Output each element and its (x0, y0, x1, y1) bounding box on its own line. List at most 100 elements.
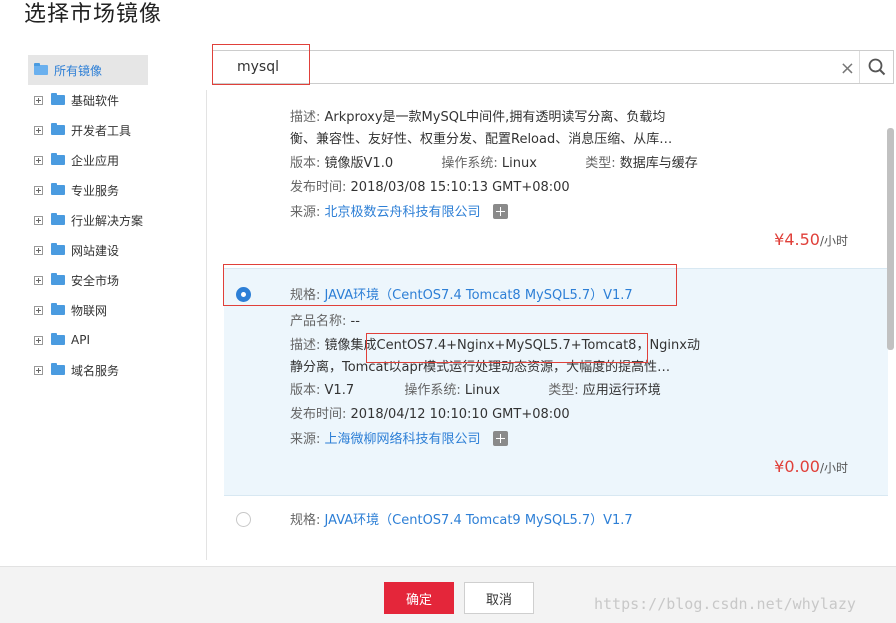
expand-icon[interactable] (34, 275, 43, 285)
expand-icon[interactable] (34, 95, 43, 105)
release-label: 发布时间: (290, 180, 347, 195)
release-label: 发布时间: (290, 407, 347, 422)
expand-icon[interactable] (34, 335, 43, 345)
list-item-selected[interactable]: 规格: JAVA环境（CentOS7.4 Tomcat8 MySQL5.7）V1… (224, 268, 888, 496)
tree-item-label: 行业解决方案 (71, 213, 144, 228)
expand-icon[interactable] (34, 155, 43, 165)
type-value: 数据库与缓存 (619, 156, 698, 171)
desc-text-cont: 静分离，Tomcat以apr模式运行处理动态资源，大幅度的提高性… (290, 360, 671, 375)
os-label: 操作系统: (404, 383, 461, 398)
tree-item-label: 所有镜像 (54, 63, 103, 78)
tree-item-domain-services[interactable]: 域名服务 (28, 355, 208, 385)
tree-item-all-images[interactable]: 所有镜像 (28, 55, 148, 85)
expand-icon[interactable] (34, 215, 43, 225)
folder-icon (51, 303, 65, 315)
desc-label: 描述: (290, 110, 321, 125)
folder-icon (51, 363, 65, 375)
folder-icon (51, 183, 65, 195)
folder-icon (51, 153, 65, 165)
price-value: ¥0.00 (774, 457, 820, 476)
folder-icon (51, 213, 65, 225)
tree-item-api[interactable]: API (28, 325, 208, 355)
release-value: 2018/03/08 15:10:13 GMT+08:00 (350, 180, 570, 195)
tree-item-enterprise-apps[interactable]: 企业应用 (28, 145, 208, 175)
tree-item-label: 基础软件 (71, 93, 120, 108)
expand-icon[interactable] (34, 305, 43, 315)
expand-icon[interactable] (34, 245, 43, 255)
spec-link[interactable]: JAVA环境（CentOS7.4 Tomcat8 MySQL5.7）V1.7 (325, 288, 633, 303)
tree-item-label: 开发者工具 (71, 123, 132, 138)
price-value: ¥4.50 (774, 230, 820, 249)
expand-icon[interactable] (34, 125, 43, 135)
spec-label: 规格: (290, 513, 321, 528)
tree-item-label: 网站建设 (71, 243, 120, 258)
product-value: -- (350, 314, 360, 329)
tree-item-label: 专业服务 (71, 183, 120, 198)
plus-icon[interactable] (492, 204, 508, 219)
dialog-title: 选择市场镜像 (24, 2, 163, 27)
search-bar: × (212, 50, 894, 84)
tree-item-label: 域名服务 (71, 363, 120, 378)
tree-item-security-market[interactable]: 安全市场 (28, 265, 208, 295)
dialog-footer: 确定 取消 https://blog.csdn.net/whylazy (0, 566, 896, 623)
plus-icon[interactable] (492, 431, 508, 446)
confirm-button[interactable]: 确定 (384, 582, 454, 614)
price: ¥4.50/小时 (774, 230, 848, 249)
list-item[interactable]: 描述: Arkproxy是一款MySQL中间件,拥有透明读写分离、负载均 衡、兼… (224, 100, 888, 266)
tree-item-label: 物联网 (71, 303, 108, 318)
desc-label: 描述: (290, 338, 321, 353)
desc-text: Arkproxy是一款MySQL中间件,拥有透明读写分离、负载均 (324, 110, 666, 125)
tree-item-industry-solutions[interactable]: 行业解决方案 (28, 205, 208, 235)
spec-link[interactable]: JAVA环境（CentOS7.4 Tomcat9 MySQL5.7）V1.7 (325, 513, 633, 528)
tree-item-label: 企业应用 (71, 153, 120, 168)
panel-divider (206, 90, 207, 560)
os-value: Linux (501, 156, 537, 171)
os-label: 操作系统: (441, 156, 498, 171)
image-results-list[interactable]: 描述: Arkproxy是一款MySQL中间件,拥有透明读写分离、负载均 衡、兼… (224, 100, 888, 540)
expand-icon[interactable] (34, 185, 43, 195)
folder-icon (51, 333, 65, 345)
folder-icon (51, 123, 65, 135)
folder-icon (51, 243, 65, 255)
watermark: https://blog.csdn.net/whylazy (594, 595, 856, 613)
source-label: 来源: (290, 205, 321, 220)
release-value: 2018/04/12 10:10:10 GMT+08:00 (350, 407, 570, 422)
version-label: 版本: (290, 156, 321, 171)
radio-unselected[interactable] (236, 512, 251, 527)
search-icon (868, 58, 885, 76)
category-tree: 所有镜像 基础软件 开发者工具 企业应用 专业服务 行业解决方案 网站建设 安全… (28, 55, 208, 385)
list-item[interactable]: 规格: JAVA环境（CentOS7.4 Tomcat9 MySQL5.7）V1… (224, 498, 888, 540)
tree-item-developer-tools[interactable]: 开发者工具 (28, 115, 208, 145)
source-link[interactable]: 上海微柳网络科技有限公司 (325, 432, 481, 447)
cancel-button[interactable]: 取消 (464, 582, 534, 614)
type-label: 类型: (585, 156, 616, 171)
version-value: V1.7 (324, 383, 355, 398)
search-input[interactable] (237, 59, 827, 75)
type-label: 类型: (548, 383, 579, 398)
desc-text-cont: 衡、兼容性、友好性、权重分发、配置Reload、消息压缩、从库… (290, 132, 673, 147)
tree-item-label: API (71, 333, 90, 347)
price-unit: /小时 (819, 461, 848, 475)
product-label: 产品名称: (290, 314, 347, 329)
folder-icon (51, 273, 65, 285)
tree-item-iot[interactable]: 物联网 (28, 295, 208, 325)
list-scrollbar[interactable] (887, 128, 894, 350)
price: ¥0.00/小时 (774, 457, 848, 476)
expand-icon[interactable] (34, 365, 43, 375)
source-link[interactable]: 北京极数云舟科技有限公司 (325, 205, 481, 220)
tree-item-professional-services[interactable]: 专业服务 (28, 175, 208, 205)
tree-item-basic-software[interactable]: 基础软件 (28, 85, 208, 115)
version-label: 版本: (290, 383, 321, 398)
os-value: Linux (464, 383, 500, 398)
type-value: 应用运行环境 (582, 383, 661, 398)
source-label: 来源: (290, 432, 321, 447)
search-button[interactable] (859, 51, 893, 83)
clear-icon[interactable]: × (840, 58, 855, 79)
radio-selected[interactable] (236, 287, 251, 302)
folder-icon (51, 93, 65, 105)
tree-item-website-building[interactable]: 网站建设 (28, 235, 208, 265)
folder-open-icon (34, 63, 48, 75)
version-value: 镜像版V1.0 (324, 156, 394, 171)
tree-item-label: 安全市场 (71, 273, 120, 288)
desc-text: 镜像集成CentOS7.4+Nginx+MySQL5.7+Tomcat8，Ngi… (324, 338, 700, 353)
